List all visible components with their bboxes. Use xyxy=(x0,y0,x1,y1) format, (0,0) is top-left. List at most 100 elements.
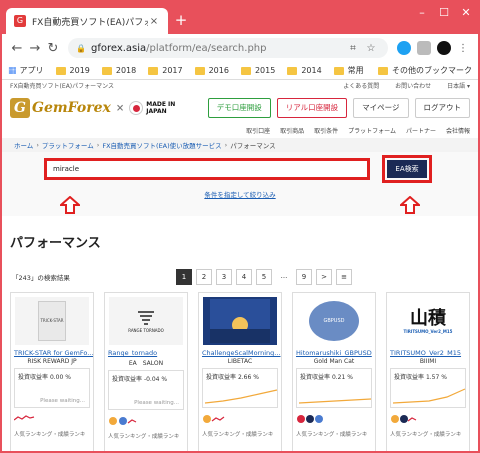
translate-icon[interactable]: ⌗ xyxy=(344,43,362,54)
breadcrumb-ea-service[interactable]: FX自動売買ソフト(EA)使い放題サービス xyxy=(102,140,221,150)
star-icon[interactable]: ☆ xyxy=(362,43,380,54)
subnav-item[interactable]: 取引口座 xyxy=(246,126,270,136)
folder-icon xyxy=(55,66,66,75)
badge-icons xyxy=(296,414,372,424)
faq-link[interactable]: よくある質問 xyxy=(343,83,379,90)
close-window-button[interactable]: ✕ xyxy=(456,6,476,19)
forward-icon[interactable]: → xyxy=(26,41,44,56)
bookmarks-bar: ▦ アプリ 2019 2018 2017 2016 2015 2014 常用 その… xyxy=(2,62,478,80)
reload-icon[interactable]: ↻ xyxy=(44,41,62,56)
breadcrumb-current: パフォーマンス xyxy=(230,142,276,150)
ea-thumbnail[interactable]: TRICK-STAR xyxy=(15,297,89,345)
new-tab-button[interactable]: + xyxy=(172,11,190,29)
rate-label: 投資収益率 xyxy=(394,374,425,381)
ranking-text: 人気ランキング・成績ランキ xyxy=(390,432,462,438)
ea-developer: EA SALON xyxy=(128,360,164,367)
mypage-button[interactable]: マイページ xyxy=(353,98,409,118)
logout-button[interactable]: ログアウト xyxy=(414,98,470,118)
address-bar[interactable]: 🔒 gforex.asia/platform/ea/search.php ⌗ ☆ xyxy=(68,38,388,58)
performance-sparkline xyxy=(204,389,278,404)
list-view-icon[interactable]: ≡ xyxy=(336,269,352,285)
contact-link[interactable]: お問い合わせ xyxy=(395,83,431,90)
gemforex-logo[interactable]: G GemForex × MADE IN JAPAN xyxy=(10,98,175,118)
page-3-button[interactable]: 3 xyxy=(216,269,232,285)
ea-name-link[interactable]: TIRITSUMO_Ver2_M15 xyxy=(387,349,469,357)
ea-name-link[interactable]: TRICK-STAR for GemFo... xyxy=(11,349,93,357)
ea-thumb-label: GBPUSD xyxy=(309,301,359,341)
bookmark-folder[interactable]: 2018 xyxy=(101,66,136,75)
ea-thumb-label: TIRITSUMO_Ver2_M15 xyxy=(403,328,453,334)
bookmark-folder[interactable]: 2019 xyxy=(55,66,90,75)
tornado-logo: RANGE TORNADO xyxy=(128,310,164,333)
rate-box: 投資収益率 2.66 % xyxy=(202,368,278,408)
subnav-item[interactable]: パートナー xyxy=(406,126,436,136)
next-page-button[interactable]: > xyxy=(316,269,332,285)
demo-account-button[interactable]: デモ口座開設 xyxy=(207,98,271,118)
page-5-button[interactable]: 5 xyxy=(256,269,272,285)
page-1-button[interactable]: 1 xyxy=(176,269,192,285)
ea-name-link[interactable]: Hitomarushiki_GBPUSD xyxy=(293,349,375,357)
tab-close-button[interactable]: × xyxy=(148,16,160,27)
spark-icon xyxy=(13,415,35,421)
extension-icon[interactable] xyxy=(417,41,431,55)
ea-card[interactable]: RANGE TORNADO Range_tornado EA SALON 投資収… xyxy=(104,292,188,451)
subnav-item[interactable]: 会社情報 xyxy=(446,126,470,136)
ranking-text: 人気ランキング・成績ランキ xyxy=(108,434,180,440)
bookmark-folder[interactable]: 2016 xyxy=(194,66,229,75)
up-arrow-icon xyxy=(60,196,80,214)
bookmark-folder[interactable]: 2017 xyxy=(148,66,183,75)
ea-thumbnail[interactable]: 山積 TIRITSUMO_Ver2_M15 xyxy=(391,297,465,345)
rate-value: 2.66 % xyxy=(237,374,259,381)
bookmark-folder[interactable]: 常用 xyxy=(333,65,364,76)
favicon-icon: G xyxy=(14,15,26,27)
rate-value: 1.57 % xyxy=(425,374,447,381)
subnav-item[interactable]: 取引商品 xyxy=(280,126,304,136)
minimize-button[interactable]: – xyxy=(412,6,432,19)
logo-mark-icon: G xyxy=(10,98,30,118)
tab-title: FX自動売買ソフト(EA)パフォーマン xyxy=(32,17,148,28)
profile-avatar[interactable] xyxy=(437,41,451,55)
ea-thumbnail[interactable]: GBPUSD xyxy=(297,297,371,345)
bookmark-label: 2019 xyxy=(69,66,90,75)
ea-name-link[interactable]: Range_tornado xyxy=(105,349,187,357)
skype-icon[interactable] xyxy=(397,41,411,55)
page-2-button[interactable]: 2 xyxy=(196,269,212,285)
bookmark-other[interactable]: その他のブックマーク xyxy=(378,65,472,76)
ea-card[interactable]: 山積 TIRITSUMO_Ver2_M15 TIRITSUMO_Ver2_M15… xyxy=(386,292,470,451)
ea-card[interactable]: TRICK-STAR TRICK-STAR for GemFo... RISK … xyxy=(10,292,94,451)
badge-icon xyxy=(109,417,137,425)
pagination: 1 2 3 4 5 ... 9 > ≡ xyxy=(176,269,356,285)
back-icon[interactable]: ← xyxy=(8,41,26,56)
browser-window: G FX自動売買ソフト(EA)パフォーマン × + – ☐ ✕ ← → ↻ 🔒 … xyxy=(2,2,478,451)
ea-card[interactable]: ChallengeScalMorning... LIBETAC 投資収益率 2.… xyxy=(198,292,282,451)
badge-icons xyxy=(390,414,466,424)
subnav-item[interactable]: プラットフォーム xyxy=(348,126,396,136)
bookmark-folder[interactable]: 2014 xyxy=(287,66,322,75)
page-4-button[interactable]: 4 xyxy=(236,269,252,285)
real-account-button[interactable]: リアル口座開設 xyxy=(276,98,348,118)
browser-tab[interactable]: G FX自動売買ソフト(EA)パフォーマン × xyxy=(6,8,168,34)
breadcrumb: ホーム › プラットフォーム › FX自動売買ソフト(EA)使い放題サービス › パフ… xyxy=(2,138,478,152)
ea-search-button[interactable]: EA検索 xyxy=(387,160,427,178)
tab-strip: G FX自動売買ソフト(EA)パフォーマン × + – ☐ ✕ xyxy=(2,2,478,34)
subnav-item[interactable]: 取引条件 xyxy=(314,126,338,136)
calligraphy-logo: 山積 xyxy=(410,307,446,329)
tornado-icon xyxy=(137,310,154,325)
bookmark-folder[interactable]: 2015 xyxy=(240,66,275,75)
breadcrumb-home[interactable]: ホーム xyxy=(14,140,33,150)
page-9-button[interactable]: 9 xyxy=(296,269,312,285)
ea-thumbnail[interactable]: RANGE TORNADO xyxy=(109,297,183,345)
language-select[interactable]: 日本語 ▾ xyxy=(447,83,470,90)
ea-name-link[interactable]: ChallengeScalMorning... xyxy=(199,349,281,357)
badge-icons xyxy=(202,414,278,424)
breadcrumb-separator: › xyxy=(96,141,100,149)
bookmark-apps[interactable]: ▦ アプリ xyxy=(8,65,44,76)
breadcrumb-platform[interactable]: プラットフォーム xyxy=(42,140,94,150)
ea-card[interactable]: GBPUSD Hitomarushiki_GBPUSD Gold Man Cat… xyxy=(292,292,376,451)
menu-kebab-icon[interactable]: ⋮ xyxy=(454,43,472,54)
logo-text: GemForex xyxy=(32,100,111,116)
maximize-button[interactable]: ☐ xyxy=(434,6,454,19)
ea-thumbnail[interactable] xyxy=(203,297,277,345)
ea-search-input[interactable]: miracle xyxy=(44,158,370,180)
breadcrumb-separator: › xyxy=(36,141,39,149)
